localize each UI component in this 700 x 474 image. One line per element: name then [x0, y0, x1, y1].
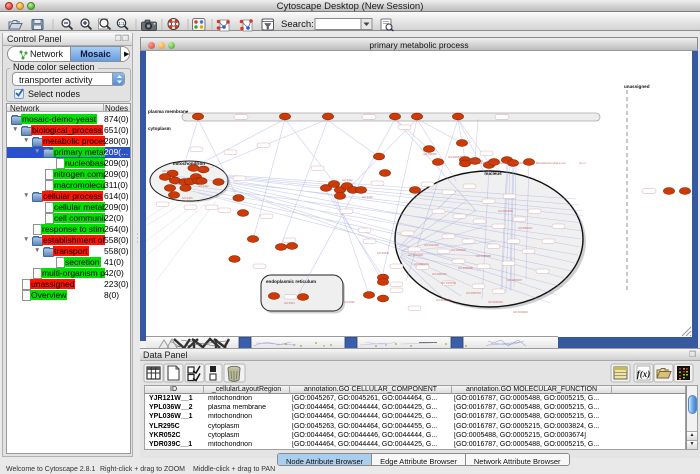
svg-text:GO:0006007: GO:0006007 — [507, 278, 522, 282]
svg-text:(xx-x): (xx-x) — [579, 161, 586, 165]
svg-text:GO:0170: GO:0170 — [162, 169, 173, 173]
svg-text:GO:0009117: GO:0009117 — [518, 226, 533, 230]
svg-text:GO:0090: GO:0090 — [344, 300, 355, 304]
svg-text:GO:0046034: GO:0046034 — [451, 248, 466, 252]
svg-text:GO:0006754: GO:0006754 — [466, 291, 481, 295]
svg-text:Search:: Search: — [281, 19, 314, 30]
svg-text:GO:0006096: GO:0006096 — [458, 266, 473, 270]
svg-text:1:1: 1:1 — [118, 21, 125, 26]
svg-text:cytoplasm: cytoplasm — [148, 126, 171, 131]
svg-text:GO:0544: GO:0544 — [284, 301, 295, 305]
svg-text:GO:006066: GO:006066 — [423, 152, 437, 156]
svg-text:GO:0019316: GO:0019316 — [513, 310, 528, 314]
svg-text:GO:00440: GO:00440 — [377, 251, 390, 255]
svg-text:GO:0019320: GO:0019320 — [436, 298, 451, 302]
svg-text:GO:0442: GO:0442 — [198, 184, 209, 188]
svg-text:GO:0005996: GO:0005996 — [476, 254, 491, 258]
svg-text:GO:0044262: GO:0044262 — [424, 243, 439, 247]
svg-text:GO:0009060: GO:0009060 — [441, 281, 456, 285]
svg-text:GO:0442: GO:0442 — [342, 178, 353, 182]
svg-text:GO:0006091: GO:0006091 — [414, 262, 429, 266]
svg-text:GO:0019318: GO:0019318 — [408, 253, 423, 257]
svg-text:f(x): f(x) — [637, 369, 651, 379]
svg-text:unassigned: unassigned — [624, 84, 650, 89]
svg-text:endoplasmic reticulum: endoplasmic reticulum — [266, 279, 316, 284]
svg-text:GO:0443: GO:0443 — [362, 195, 373, 199]
svg-text:GO:0046164: GO:0046164 — [488, 300, 503, 304]
svg-text:8(OxidatveGenAtpLev.sit): 8(OxidatveGenAtpLev.sit) — [536, 161, 566, 165]
svg-text:GO:0044265: GO:0044265 — [498, 209, 513, 213]
svg-text:GO:0450: GO:0450 — [194, 167, 205, 171]
svg-text:plasma membrane: plasma membrane — [148, 109, 189, 114]
svg-text:GO:0445: GO:0445 — [182, 196, 193, 200]
svg-text:GO:0163: GO:0163 — [174, 182, 185, 186]
svg-text:nucleus: nucleus — [484, 171, 502, 176]
svg-text:GO:0044237, GO:0008152, GO:004: GO:0044237, GO:0008152, GO:004423 — [478, 161, 525, 165]
svg-text:GO:0009056: GO:0009056 — [448, 155, 463, 159]
svg-text:GO:0006119: GO:0006119 — [432, 272, 447, 276]
